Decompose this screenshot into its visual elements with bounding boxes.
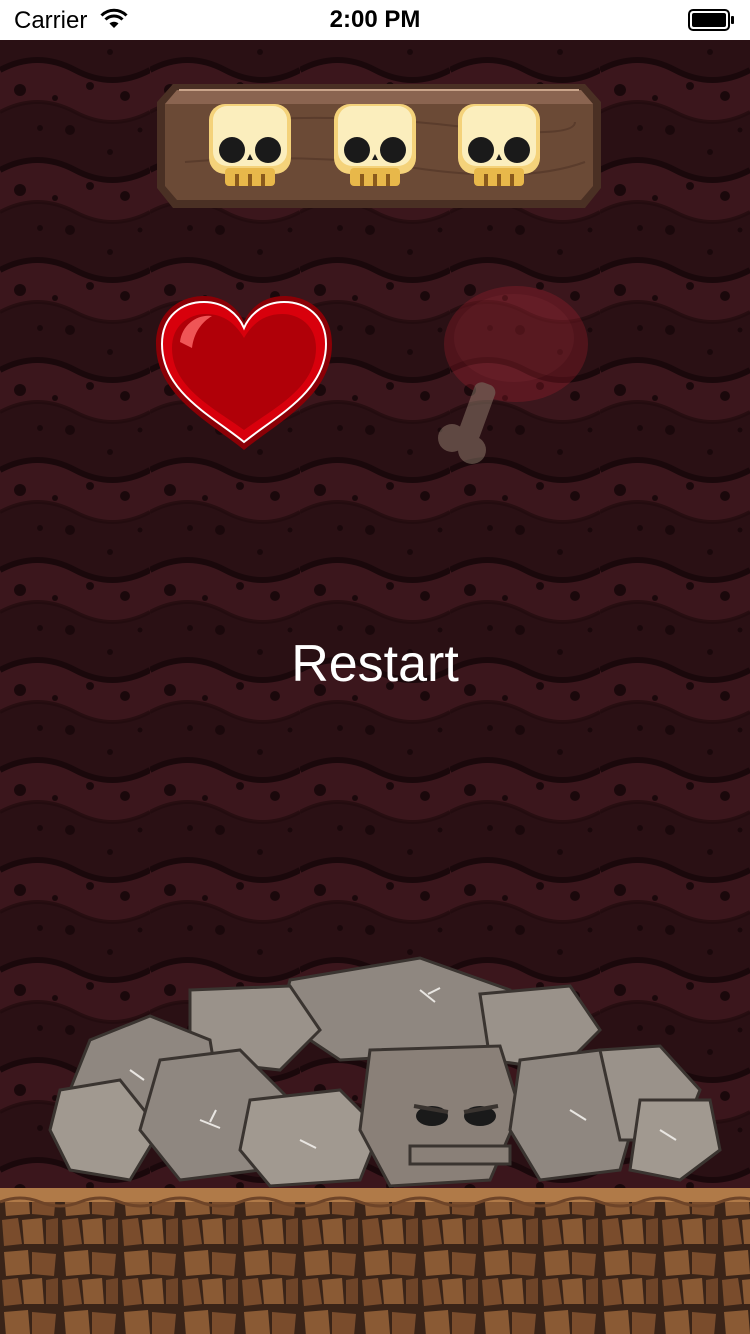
- game-screen: Carrier 2:00 PM Restart: [0, 0, 750, 1334]
- heart-icon[interactable]: [150, 292, 338, 454]
- status-time: 2:00 PM: [329, 6, 421, 33]
- skull-icon: [334, 104, 416, 186]
- meat-icon: [438, 286, 588, 464]
- battery-icon: [688, 9, 734, 31]
- ground: [0, 1188, 750, 1334]
- restart-button[interactable]: Restart: [0, 634, 750, 694]
- skull-icon: [209, 104, 291, 186]
- rock-pile: [48, 956, 722, 1188]
- skull-icon: [458, 104, 540, 186]
- status-bar: Carrier 2:00 PM: [0, 0, 750, 40]
